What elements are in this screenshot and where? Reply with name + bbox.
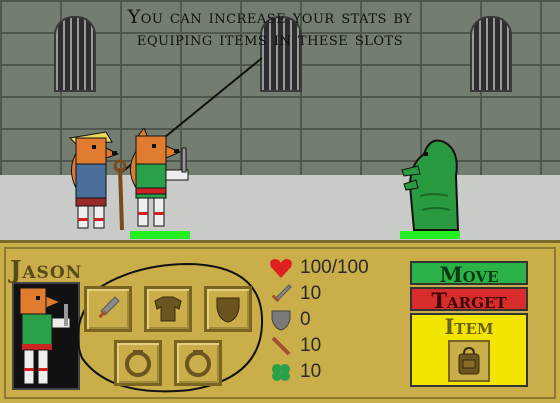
stat-attack-value: 10 <box>300 283 322 304</box>
move-button[interactable]: Move <box>410 261 528 287</box>
ring-icon <box>185 350 211 377</box>
stat-defense: 0 <box>268 308 311 332</box>
stat-luck: 10 <box>268 360 321 384</box>
shield-icon <box>216 297 240 323</box>
shield-icon <box>268 308 294 332</box>
enemy-green-monster[interactable] <box>400 136 464 232</box>
stat-attack: 10 <box>268 282 321 306</box>
item-button[interactable]: Item <box>410 313 528 339</box>
enemy-hp-bar <box>400 231 460 239</box>
backpack-icon <box>458 346 480 375</box>
chest-armor-icon <box>154 296 182 322</box>
ring-icon <box>125 350 151 377</box>
stat-magic-value: 10 <box>300 335 322 356</box>
item-panel <box>410 337 528 387</box>
weapon-slot[interactable] <box>84 286 132 332</box>
clover-icon <box>268 360 294 384</box>
stat-defense-value: 0 <box>300 309 311 330</box>
player-hp-bar <box>130 231 190 239</box>
sword-icon <box>268 282 294 306</box>
fox-portrait-icon <box>19 287 71 385</box>
target-button[interactable]: Target <box>410 287 528 313</box>
player-fox[interactable] <box>122 128 194 232</box>
battle-scene: You can increase your stats by equiping … <box>0 0 560 240</box>
stat-luck-value: 10 <box>300 361 322 382</box>
stat-magic: 10 <box>268 334 321 358</box>
sword-icon <box>98 296 120 319</box>
ring-slot-1[interactable] <box>114 340 162 386</box>
stat-health: 100/100 <box>268 256 369 280</box>
wand-icon <box>268 334 294 358</box>
ring-slot-2[interactable] <box>174 340 222 386</box>
inventory-bag-button[interactable] <box>448 340 490 382</box>
shield-slot[interactable] <box>204 286 252 332</box>
heart-icon <box>268 256 294 280</box>
armor-slot[interactable] <box>144 286 192 332</box>
stat-health-value: 100/100 <box>300 257 369 278</box>
